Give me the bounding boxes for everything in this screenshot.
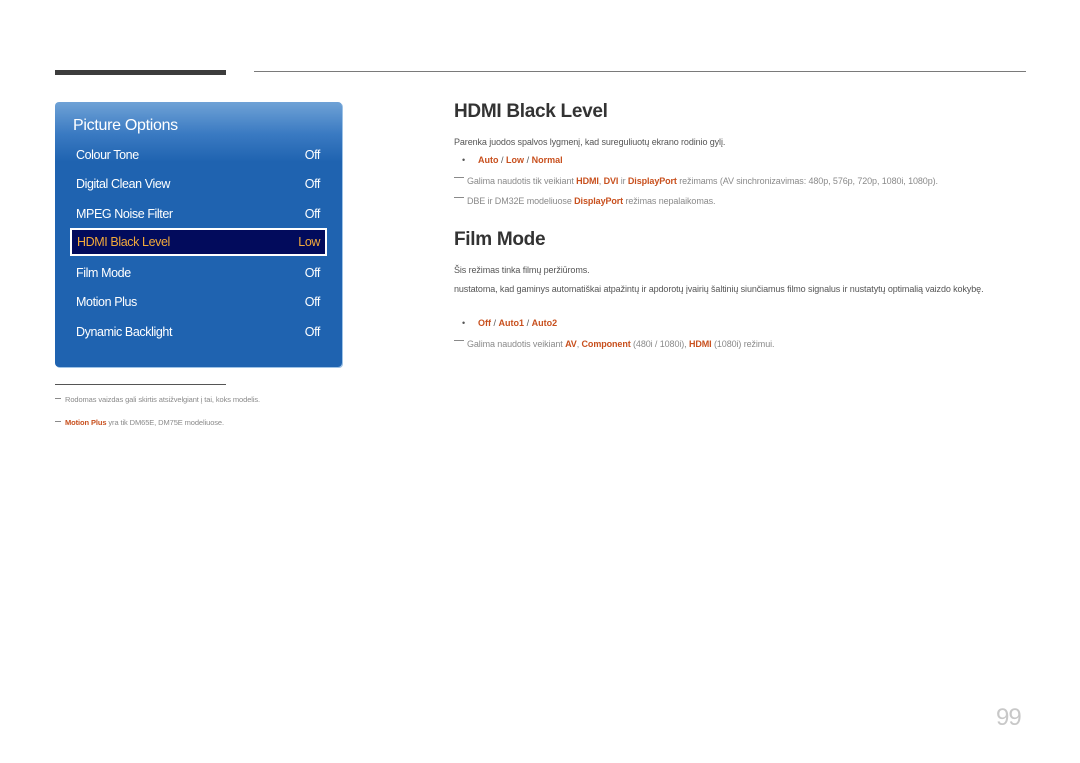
note-text: Galima naudotis veikiant	[467, 339, 563, 349]
note-highlight: AV	[565, 339, 577, 349]
note-highlight: DisplayPort	[574, 196, 624, 206]
menu-item-hdmi-black-level[interactable]: HDMI Black Level Low	[70, 228, 327, 256]
option-low: Low	[506, 155, 525, 165]
menu-item-value: Low	[298, 235, 320, 249]
note-dash-icon	[454, 340, 464, 341]
menu-item-motion-plus[interactable]: Motion Plus Off	[71, 289, 325, 315]
note-text: ,	[576, 339, 580, 349]
note-dash-icon	[454, 177, 464, 178]
menu-item-label: MPEG Noise Filter	[76, 207, 173, 221]
note-highlight: DisplayPort	[627, 176, 677, 186]
bullet-icon: •	[462, 318, 466, 328]
note-text: Galima naudotis tik veikiant	[467, 176, 574, 186]
option-auto2: Auto2	[531, 318, 558, 328]
note-highlight: HDMI	[688, 339, 712, 349]
section-title-hdmi-black-level: HDMI Black Level	[454, 101, 608, 122]
menu-item-value: Off	[304, 177, 321, 191]
footnote-highlight: Motion Plus	[65, 418, 107, 427]
footnote-text: yra tik DM65E, DM75E modeliuose.	[108, 418, 224, 427]
menu-item-label: Dynamic Backlight	[76, 325, 173, 339]
menu-item-value: Off	[304, 207, 321, 221]
menu-item-value: Off	[304, 295, 321, 309]
menu-item-label: Colour Tone	[76, 148, 139, 162]
footnote-text: Rodomas vaizdas gali skirtis atsižvelgia…	[65, 395, 261, 404]
note-text: režimas nepalaikomas.	[625, 196, 716, 206]
menu-item-value: Off	[304, 325, 321, 339]
bullet-icon: •	[462, 155, 466, 165]
menu-item-label: Motion Plus	[76, 295, 137, 309]
menu-item-value: Off	[304, 148, 321, 162]
menu-item-value: Off	[304, 266, 321, 280]
note-text: DBE ir DM32E modeliuose	[467, 196, 572, 206]
option-auto: Auto	[478, 155, 499, 165]
header-bar-thick	[55, 70, 226, 75]
menu-item-label: Digital Clean View	[76, 177, 171, 191]
footnote-1: Rodomas vaizdas gali skirtis atsižvelgia…	[55, 395, 260, 404]
hdmi-note-2: DBE ir DM32E modeliuose DisplayPort reži…	[454, 195, 716, 208]
option-off: Off	[478, 318, 491, 328]
footnote-dash-icon	[55, 421, 61, 422]
hdmi-description: Parenka juodos spalvos lygmenį, kad sure…	[454, 137, 726, 147]
option-normal: Normal	[531, 155, 563, 165]
note-highlight: Component	[581, 339, 631, 349]
note-text: ir	[620, 176, 626, 186]
menu-item-label: Film Mode	[76, 266, 131, 280]
panel-title: Picture Options	[73, 117, 178, 134]
note-text: (1080i) režimui.	[713, 339, 775, 349]
hdmi-note-1: Galima naudotis tik veikiant HDMI, DVI i…	[454, 175, 938, 188]
film-note-1: Galima naudotis veikiant AV, Component (…	[454, 338, 775, 351]
page-number: 99	[996, 704, 1022, 731]
note-text: režimams (AV sinchronizavimas: 480p, 576…	[679, 176, 938, 186]
separator: /	[501, 155, 504, 165]
section-title-film-mode: Film Mode	[454, 229, 546, 250]
menu-item-film-mode[interactable]: Film Mode Off	[71, 260, 325, 286]
menu-item-colour-tone[interactable]: Colour Tone Off	[71, 142, 325, 168]
note-highlight: HDMI	[576, 176, 599, 186]
footnote-dash-icon	[55, 398, 61, 399]
footnote-rule	[55, 384, 226, 385]
option-auto1: Auto1	[498, 318, 525, 328]
note-dash-icon	[454, 197, 464, 198]
note-text: (480i / 1080i),	[633, 339, 687, 349]
film-description-1: Šis režimas tinka filmų peržiūroms.	[454, 265, 590, 275]
film-options: • Off / Auto1 / Auto2	[462, 318, 557, 328]
hdmi-options: • Auto / Low / Normal	[462, 155, 563, 165]
film-description-2: nustatoma, kad gaminys automatiškai atpa…	[454, 284, 984, 294]
header-rule	[254, 71, 1026, 72]
separator: /	[526, 318, 530, 328]
menu-item-dynamic-backlight[interactable]: Dynamic Backlight Off	[71, 319, 325, 345]
separator: /	[493, 318, 497, 328]
menu-item-mpeg-noise-filter[interactable]: MPEG Noise Filter Off	[71, 201, 325, 227]
menu-item-digital-clean-view[interactable]: Digital Clean View Off	[71, 171, 325, 197]
menu-item-label: HDMI Black Level	[77, 235, 170, 249]
note-highlight: DVI	[603, 176, 619, 186]
picture-options-panel: Picture Options Colour Tone Off Digital …	[55, 102, 342, 367]
separator: /	[526, 155, 530, 165]
footnote-2: Motion Plus yra tik DM65E, DM75E modeliu…	[55, 418, 224, 427]
note-text: ,	[598, 176, 602, 186]
